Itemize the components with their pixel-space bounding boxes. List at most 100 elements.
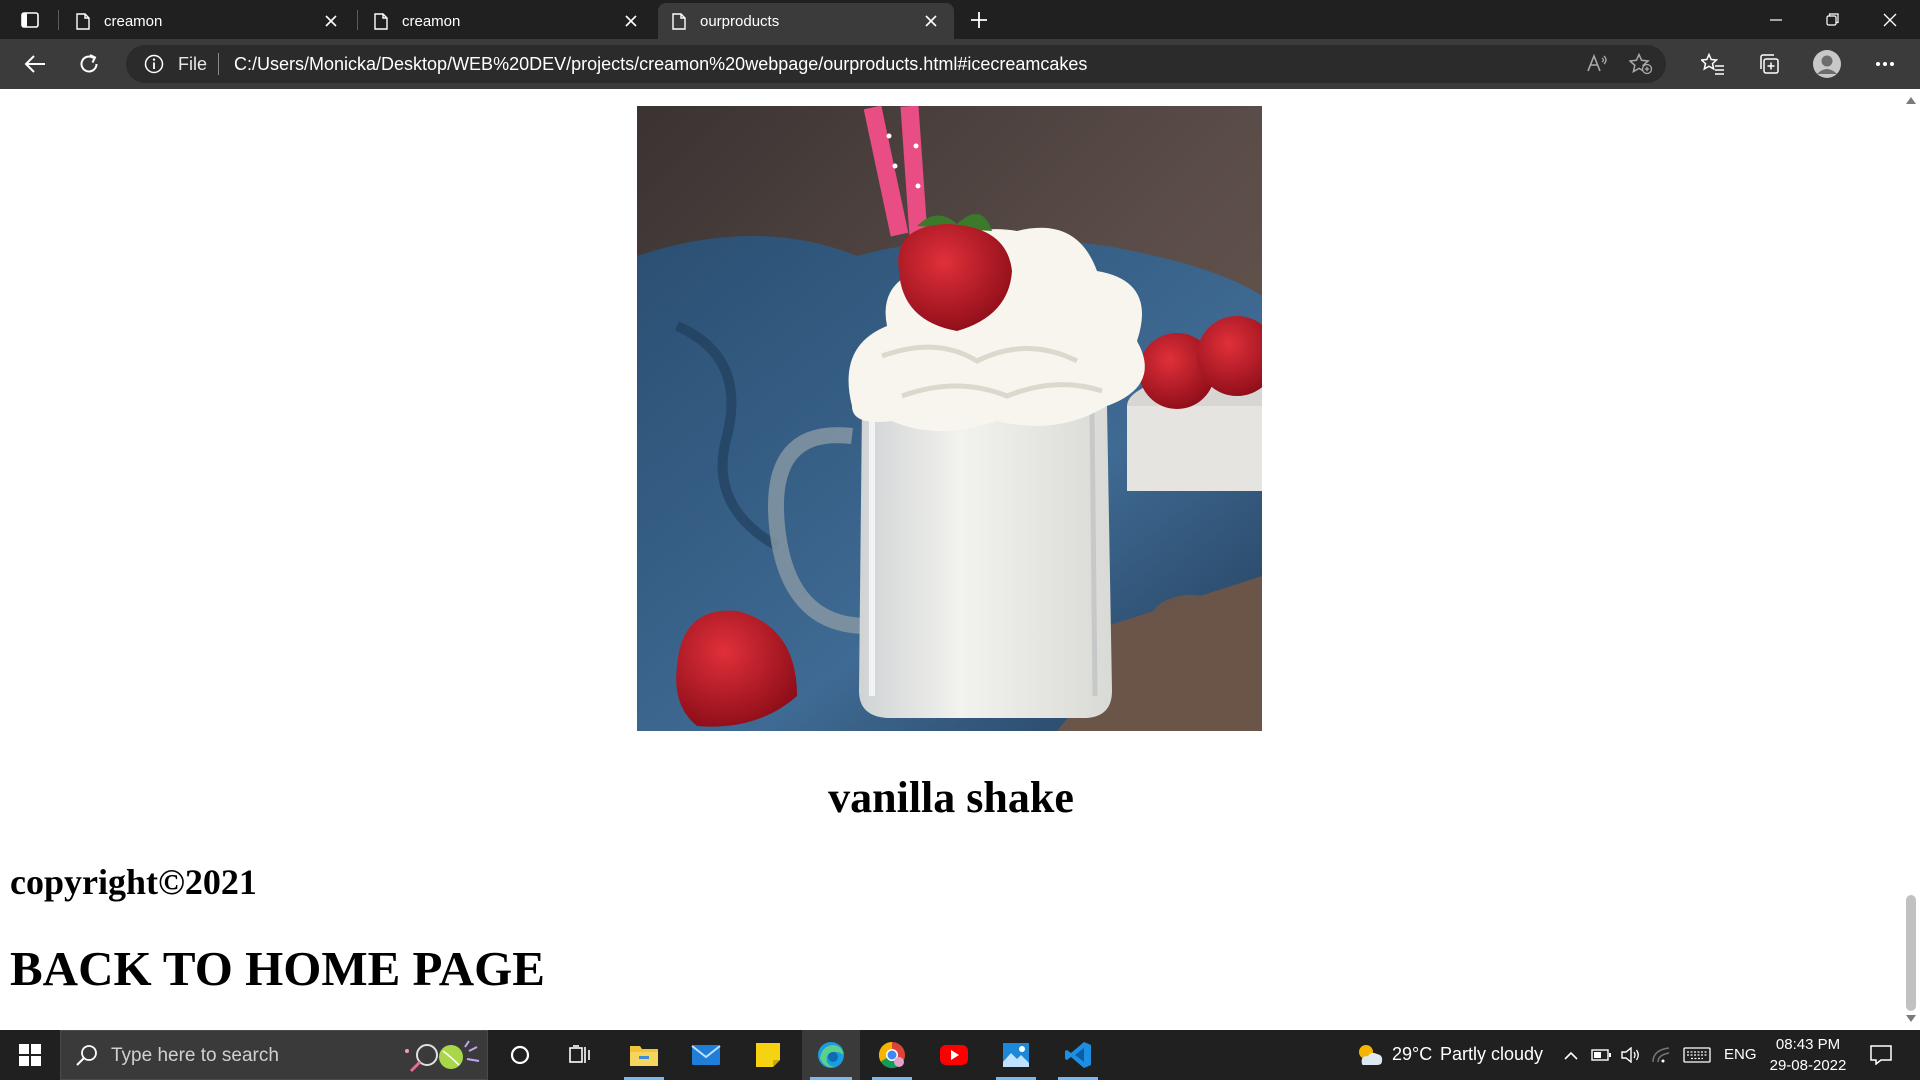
- page-scrollbar[interactable]: [1902, 89, 1920, 1029]
- network-button[interactable]: [1650, 1045, 1672, 1065]
- address-bar[interactable]: File C:/Users/Monicka/Desktop/WEB%20DEV/…: [126, 45, 1666, 83]
- refresh-button[interactable]: [72, 47, 106, 81]
- close-tab-button[interactable]: [620, 10, 642, 32]
- keyboard-icon: [1683, 1047, 1711, 1063]
- product-image: [637, 106, 1262, 731]
- chrome-button[interactable]: [864, 1030, 920, 1080]
- edge-button[interactable]: [802, 1030, 860, 1080]
- search-placeholder: Type here to search: [111, 1045, 279, 1066]
- restore-button[interactable]: [1804, 0, 1860, 39]
- photos-icon: [1003, 1043, 1029, 1067]
- photos-button[interactable]: [988, 1030, 1044, 1080]
- wifi-icon: [1652, 1047, 1670, 1063]
- task-view-icon: [569, 1045, 590, 1063]
- show-hidden-icons-button[interactable]: [1560, 1045, 1582, 1065]
- cortana-button[interactable]: [492, 1030, 548, 1080]
- youtube-icon: [940, 1045, 968, 1065]
- vscode-icon: [1065, 1042, 1091, 1068]
- collections-icon: [1760, 54, 1779, 74]
- file-explorer-button[interactable]: [616, 1030, 672, 1080]
- input-language[interactable]: ENG: [1724, 1046, 1757, 1063]
- more-dots-icon: [1876, 62, 1894, 66]
- notifications-button[interactable]: [1868, 1045, 1894, 1065]
- close-icon: [325, 15, 337, 27]
- weather-condition[interactable]: Partly cloudy: [1440, 1044, 1543, 1065]
- cortana-icon: [510, 1045, 530, 1065]
- product-name: vanilla shake: [828, 773, 1074, 822]
- copyright-text: copyright©2021: [10, 862, 257, 902]
- plus-icon: [971, 12, 987, 28]
- add-favorite-button[interactable]: [1628, 52, 1654, 76]
- notification-icon: [1870, 1045, 1892, 1065]
- favorites-icon: [1701, 53, 1724, 75]
- tab-creamon-2[interactable]: creamon: [360, 3, 654, 39]
- browser-tab-strip: creamon creamon ourproducts: [0, 0, 1920, 39]
- windows-logo-icon: [19, 1044, 41, 1066]
- task-view-button[interactable]: [552, 1030, 608, 1080]
- touch-keyboard-button[interactable]: [1682, 1045, 1712, 1065]
- minimize-icon: [1770, 18, 1782, 21]
- restore-icon: [1825, 13, 1839, 26]
- address-url[interactable]: C:/Users/Monicka/Desktop/WEB%20DEV/proje…: [234, 54, 1087, 75]
- tab-separator: [58, 10, 59, 30]
- new-tab-button[interactable]: [964, 6, 994, 34]
- battery-button[interactable]: [1590, 1045, 1612, 1065]
- system-clock[interactable]: 08:43 PM 29-08-2022: [1758, 1034, 1858, 1076]
- close-icon: [1883, 13, 1897, 26]
- minimize-button[interactable]: [1748, 0, 1804, 39]
- sticky-notes-icon: [756, 1043, 780, 1067]
- windows-taskbar: Type here to search 29°C Partly cloudy E…: [0, 1030, 1920, 1080]
- close-tab-button[interactable]: [920, 10, 942, 32]
- tab-creamon-1[interactable]: creamon: [62, 3, 354, 39]
- page-viewport: vanilla shake copyright©2021 BACK TO HOM…: [0, 89, 1902, 1029]
- favorites-button[interactable]: [1696, 47, 1730, 81]
- refresh-icon: [80, 54, 98, 73]
- volume-button[interactable]: [1620, 1045, 1642, 1065]
- close-icon: [625, 15, 637, 27]
- tab-title: creamon: [402, 12, 461, 30]
- tab-title: creamon: [104, 12, 163, 30]
- address-scheme-label: File: [178, 54, 208, 74]
- scroll-down-button[interactable]: [1902, 1011, 1920, 1025]
- weather-temperature[interactable]: 29°C: [1392, 1044, 1432, 1065]
- scroll-thumb[interactable]: [1906, 895, 1916, 1011]
- page-icon: [672, 12, 686, 30]
- page-icon: [76, 12, 90, 30]
- avatar-icon: [1813, 50, 1841, 78]
- partly-cloudy-icon[interactable]: [1354, 1042, 1384, 1068]
- tab-actions-menu-button[interactable]: [14, 9, 46, 31]
- sticky-notes-button[interactable]: [740, 1030, 796, 1080]
- clock-time: 08:43 PM: [1775, 1036, 1841, 1053]
- vscode-button[interactable]: [1050, 1030, 1106, 1080]
- back-button[interactable]: [18, 47, 52, 81]
- tab-actions-icon: [21, 12, 39, 28]
- read-aloud-icon: [1587, 54, 1607, 72]
- file-explorer-icon: [630, 1046, 658, 1066]
- info-icon[interactable]: [144, 54, 164, 74]
- youtube-button[interactable]: [926, 1030, 982, 1080]
- collections-button[interactable]: [1752, 47, 1786, 81]
- close-tab-button[interactable]: [320, 10, 342, 32]
- read-aloud-button[interactable]: [1584, 52, 1610, 76]
- edge-icon: [818, 1042, 844, 1068]
- mail-button[interactable]: [678, 1030, 734, 1080]
- close-window-button[interactable]: [1862, 0, 1918, 39]
- back-to-home-link[interactable]: BACK TO HOME PAGE: [10, 940, 545, 997]
- scroll-down-arrow-icon: [1906, 1014, 1916, 1022]
- profile-button[interactable]: [1810, 47, 1844, 81]
- tab-separator: [357, 10, 358, 30]
- settings-more-button[interactable]: [1868, 47, 1902, 81]
- chevron-up-icon: [1564, 1051, 1578, 1060]
- speaker-icon: [1621, 1047, 1639, 1063]
- page-icon: [374, 12, 388, 30]
- address-divider: [218, 53, 219, 75]
- taskbar-search-box[interactable]: Type here to search: [60, 1030, 488, 1080]
- search-highlight-badminton-icon: [405, 1040, 480, 1073]
- close-icon: [925, 15, 937, 27]
- start-button[interactable]: [0, 1030, 60, 1080]
- tab-ourproducts[interactable]: ourproducts: [658, 3, 954, 39]
- search-icon: [76, 1045, 97, 1066]
- vanilla-shake-photo: [637, 106, 1262, 731]
- scroll-up-button[interactable]: [1902, 93, 1920, 107]
- mail-icon: [691, 1045, 721, 1065]
